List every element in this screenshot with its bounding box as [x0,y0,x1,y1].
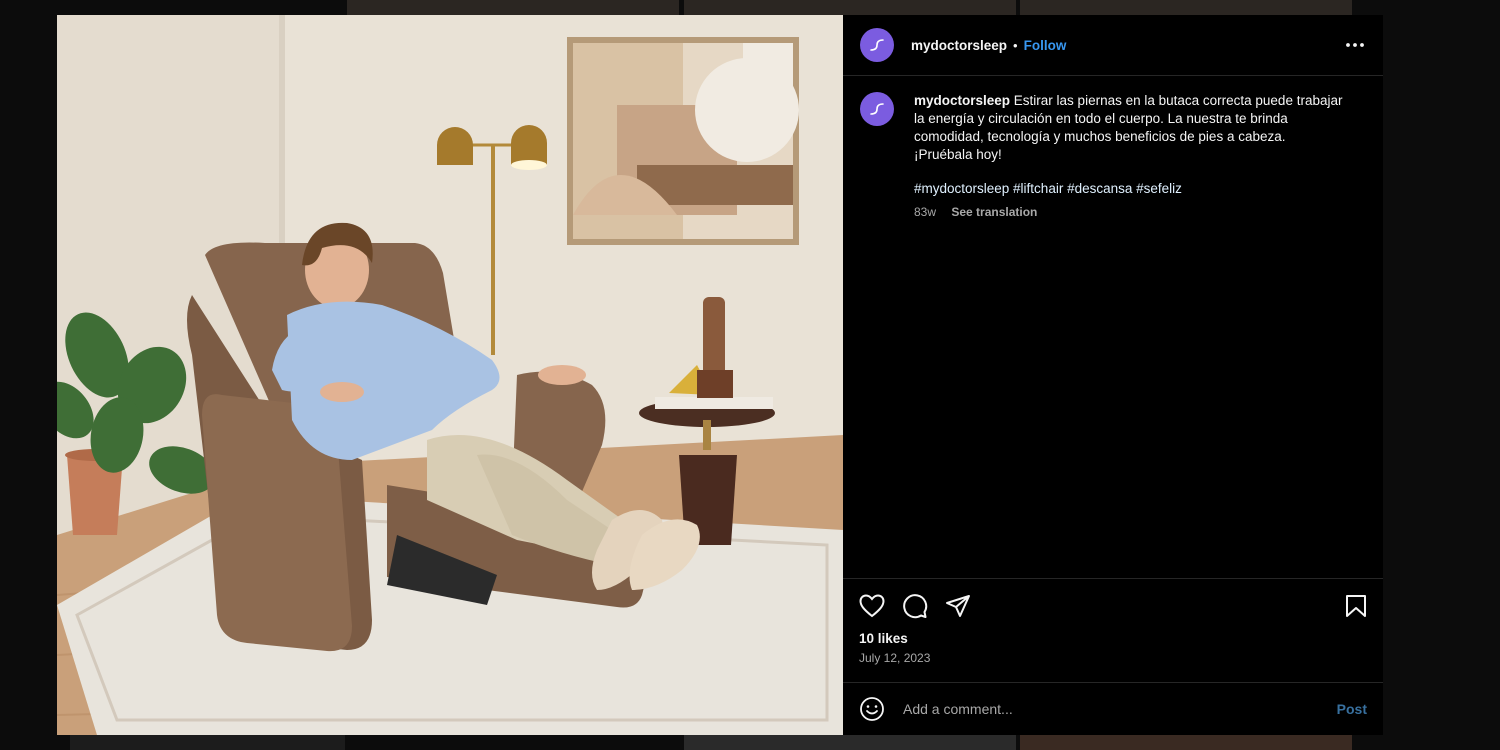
comment-icon [903,594,928,619]
emoji-icon [860,697,884,721]
share-icon [946,595,970,617]
caption-text: mydoctorsleep Estirar las piernas en la … [914,92,1344,164]
post-photo-illustration [57,15,843,735]
background-tile [1020,735,1352,750]
background-tile [684,0,1016,15]
post-actions: 10 likes July 12, 2023 [843,578,1383,682]
share-button[interactable] [945,591,975,621]
comments-area[interactable]: mydoctorsleep Estirar las piernas en la … [843,76,1383,578]
post-age[interactable]: 83w [914,205,936,219]
comment-button[interactable] [902,591,932,621]
brand-logo-icon [870,39,884,51]
follow-button[interactable]: Follow [1024,38,1067,53]
more-options-button[interactable] [1343,33,1367,57]
emoji-button[interactable] [859,695,887,723]
avatar[interactable] [860,28,894,62]
likes-count[interactable]: 10 likes [859,631,1367,646]
caption-avatar[interactable] [860,92,894,126]
bookmark-icon [1346,595,1366,617]
caption-meta: 83w See translation [914,203,1344,221]
post-image[interactable] [57,15,843,735]
post-date[interactable]: July 12, 2023 [859,651,1367,665]
background-tile [684,735,1016,750]
action-icons [859,591,1367,621]
post-comment-button[interactable]: Post [1337,701,1367,717]
post-side-panel: mydoctorsleep • Follow mydoctorsleep Est… [843,15,1383,735]
caption-username[interactable]: mydoctorsleep [914,93,1010,108]
save-button[interactable] [1337,591,1367,621]
background-tile [1020,0,1352,15]
header-separator: • [1013,37,1018,53]
comment-input[interactable] [903,701,1337,717]
brand-logo-icon [870,103,884,115]
more-options-icon [1346,43,1364,47]
see-translation-link[interactable]: See translation [951,205,1037,219]
background-tile [347,0,679,15]
caption-body: mydoctorsleep Estirar las piernas en la … [914,92,1344,221]
add-comment-bar: Post [843,682,1383,735]
header-username[interactable]: mydoctorsleep [911,38,1007,53]
caption-hashtags[interactable]: #mydoctorsleep #liftchair #descansa #sef… [914,180,1344,198]
caption: mydoctorsleep Estirar las piernas en la … [860,92,1367,221]
heart-icon [859,594,885,618]
post-modal: mydoctorsleep • Follow mydoctorsleep Est… [57,15,1383,735]
post-header: mydoctorsleep • Follow [843,15,1383,76]
like-button[interactable] [859,591,889,621]
background-tile [70,735,345,750]
